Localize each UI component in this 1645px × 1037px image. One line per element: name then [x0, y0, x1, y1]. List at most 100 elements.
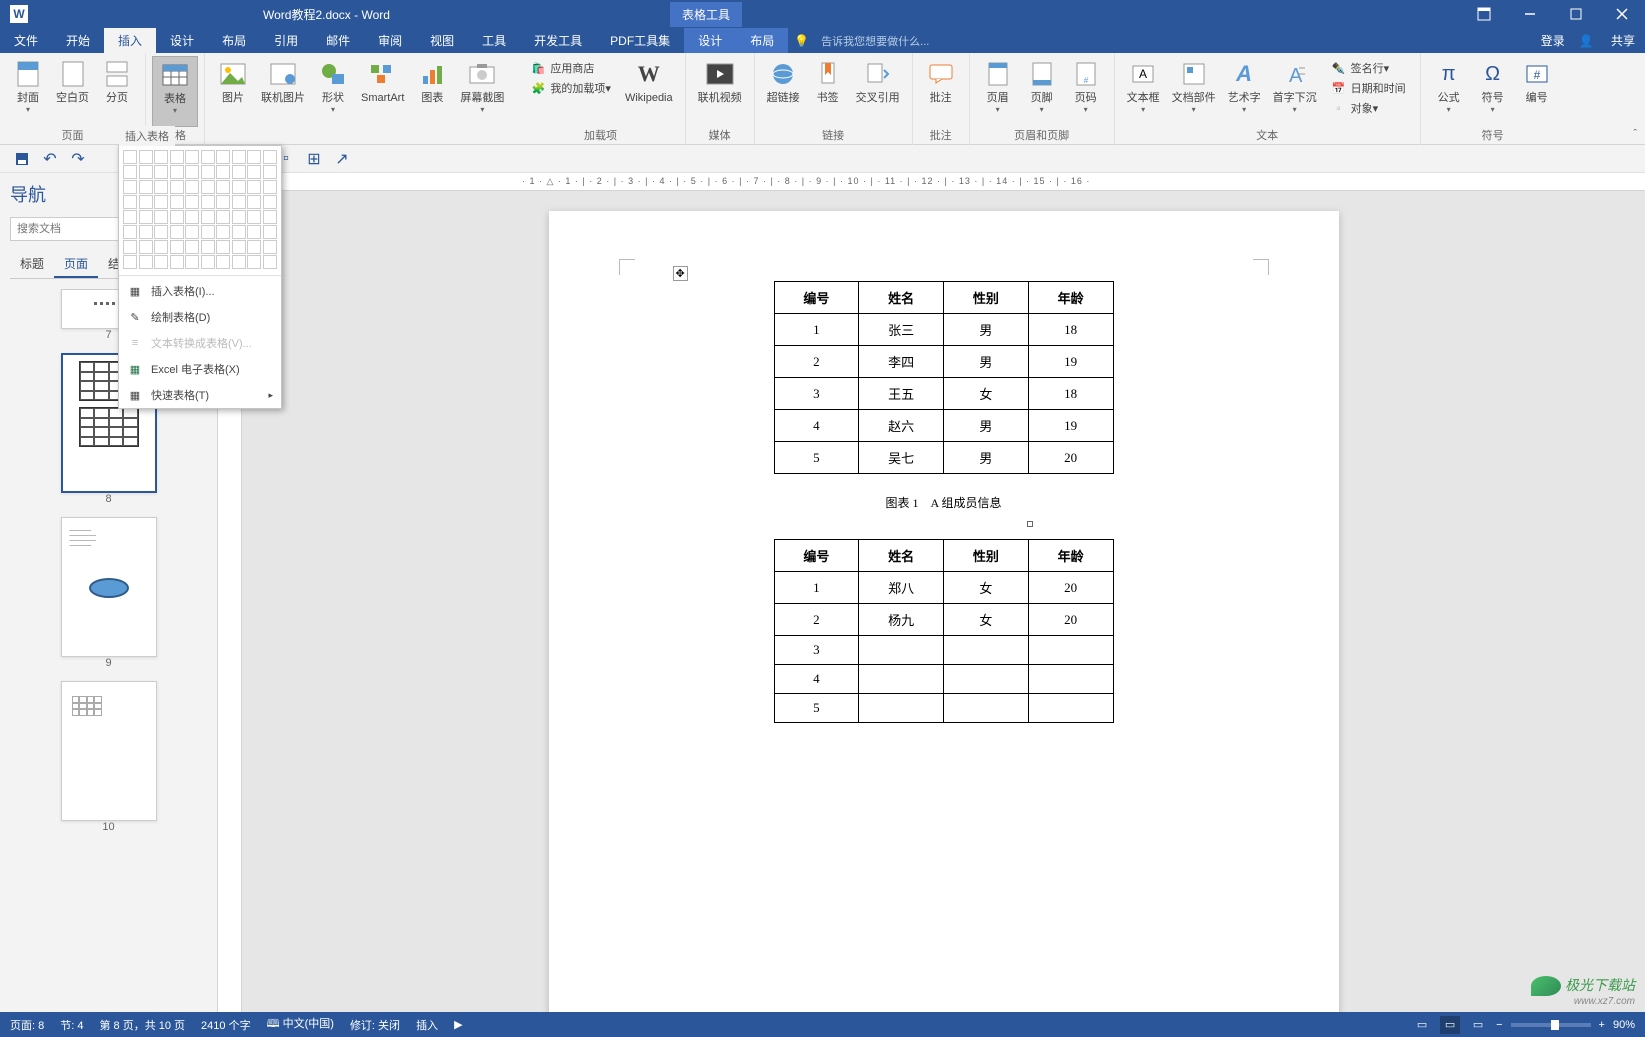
wordart-button[interactable]: A艺术字▾ — [1222, 56, 1267, 127]
table-header[interactable]: 年龄 — [1028, 282, 1113, 314]
grid-cell[interactable] — [185, 150, 199, 164]
grid-cell[interactable] — [185, 195, 199, 209]
undo-button[interactable]: ↶ — [38, 147, 62, 171]
login-button[interactable]: 登录 — [1541, 32, 1565, 49]
qat-extra2[interactable]: ⊞ — [302, 147, 326, 171]
table-cell[interactable]: 吴七 — [859, 442, 944, 474]
grid-cell[interactable] — [185, 180, 199, 194]
grid-cell[interactable] — [154, 225, 168, 239]
comment-button[interactable]: 批注 — [919, 56, 963, 127]
status-track[interactable]: 修订: 关闭 — [350, 1017, 400, 1033]
minimize-button[interactable] — [1507, 0, 1553, 28]
status-section[interactable]: 节: 4 — [60, 1017, 83, 1033]
grid-cell[interactable] — [170, 150, 184, 164]
tab-review[interactable]: 审阅 — [364, 28, 416, 53]
table-header[interactable]: 年龄 — [1028, 540, 1113, 572]
table-header[interactable]: 性别 — [944, 282, 1029, 314]
status-words[interactable]: 2410 个字 — [201, 1017, 251, 1033]
page-number-button[interactable]: #页码▾ — [1064, 56, 1108, 127]
grid-cell[interactable] — [263, 180, 277, 194]
grid-cell[interactable] — [263, 195, 277, 209]
grid-cell[interactable] — [232, 225, 246, 239]
page-thumb-10[interactable] — [61, 681, 157, 821]
cover-page-button[interactable]: 封面▾ — [6, 56, 50, 127]
tab-file[interactable]: 文件 — [0, 28, 52, 53]
textbox-button[interactable]: A文本框▾ — [1121, 56, 1166, 127]
hyperlink-button[interactable]: 超链接 — [761, 56, 806, 127]
grid-cell[interactable] — [185, 210, 199, 224]
status-mode[interactable]: 插入 — [416, 1017, 438, 1033]
grid-cell[interactable] — [216, 195, 230, 209]
table-cell[interactable]: 杨九 — [859, 604, 944, 636]
grid-cell[interactable] — [185, 225, 199, 239]
table-2[interactable]: 编号姓名性别年龄1郑八女202杨九女20345 — [774, 539, 1114, 723]
quick-tables-item[interactable]: ▦快速表格(T)▸ — [119, 382, 281, 408]
grid-cell[interactable] — [232, 210, 246, 224]
table-cell[interactable] — [859, 636, 944, 665]
excel-spreadsheet-item[interactable]: ▦Excel 电子表格(X) — [119, 356, 281, 382]
symbol-button[interactable]: Ω符号▾ — [1471, 56, 1515, 127]
page-break-button[interactable]: 分页 — [95, 56, 139, 127]
table-cell[interactable]: 王五 — [859, 378, 944, 410]
share-button[interactable]: 👤 共享 — [1579, 32, 1635, 49]
footer-button[interactable]: 页脚▾ — [1020, 56, 1064, 127]
online-video-button[interactable]: 联机视频 — [692, 56, 748, 127]
table-resize-handle[interactable] — [1027, 521, 1033, 527]
grid-cell[interactable] — [247, 180, 261, 194]
grid-cell[interactable] — [139, 225, 153, 239]
table-cell[interactable] — [1028, 636, 1113, 665]
header-button[interactable]: 页眉▾ — [976, 56, 1020, 127]
grid-cell[interactable] — [201, 150, 215, 164]
tab-table-layout[interactable]: 布局 — [736, 28, 788, 53]
table-header[interactable]: 编号 — [774, 282, 859, 314]
grid-cell[interactable] — [139, 180, 153, 194]
grid-cell[interactable] — [123, 180, 137, 194]
grid-cell[interactable] — [232, 180, 246, 194]
grid-cell[interactable] — [216, 180, 230, 194]
shapes-button[interactable]: 形状▾ — [311, 56, 355, 127]
table-cell[interactable]: 20 — [1028, 604, 1113, 636]
maximize-button[interactable] — [1553, 0, 1599, 28]
page-thumb-9[interactable]: ━━━━━━━━━━━━━━━━━━━━━━━━━━━━━━━━━━━━━━━━ — [61, 517, 157, 657]
table-cell[interactable]: 女 — [944, 378, 1029, 410]
tab-mailings[interactable]: 邮件 — [312, 28, 364, 53]
table-cell[interactable] — [944, 636, 1029, 665]
web-layout-button[interactable]: ▭ — [1468, 1016, 1488, 1034]
grid-cell[interactable] — [247, 195, 261, 209]
grid-cell[interactable] — [201, 165, 215, 179]
grid-cell[interactable] — [185, 165, 199, 179]
table-grid-picker[interactable] — [119, 146, 281, 273]
grid-cell[interactable] — [154, 195, 168, 209]
tab-insert[interactable]: 插入 — [104, 28, 156, 53]
grid-cell[interactable] — [201, 240, 215, 254]
table-cell[interactable]: 1 — [774, 572, 859, 604]
grid-cell[interactable] — [154, 255, 168, 269]
table-cell[interactable] — [1028, 665, 1113, 694]
table-cell[interactable]: 2 — [774, 604, 859, 636]
insert-table-item[interactable]: ▦插入表格(I)... — [119, 278, 281, 304]
tab-pdf[interactable]: PDF工具集 — [596, 28, 684, 53]
zoom-level[interactable]: 90% — [1613, 1019, 1635, 1031]
grid-cell[interactable] — [170, 165, 184, 179]
online-pictures-button[interactable]: 联机图片 — [255, 56, 311, 127]
table-header[interactable]: 编号 — [774, 540, 859, 572]
table-cell[interactable]: 男 — [944, 410, 1029, 442]
tab-view[interactable]: 视图 — [416, 28, 468, 53]
grid-cell[interactable] — [232, 255, 246, 269]
grid-cell[interactable] — [123, 165, 137, 179]
grid-cell[interactable] — [201, 225, 215, 239]
table-header[interactable]: 姓名 — [859, 282, 944, 314]
grid-cell[interactable] — [185, 240, 199, 254]
chart-button[interactable]: 图表 — [410, 56, 454, 127]
grid-cell[interactable] — [232, 240, 246, 254]
grid-cell[interactable] — [201, 180, 215, 194]
grid-cell[interactable] — [170, 195, 184, 209]
table-move-handle[interactable]: ✥ — [673, 266, 688, 281]
grid-cell[interactable] — [247, 240, 261, 254]
object-button[interactable]: ▫️对象 ▾ — [1327, 98, 1410, 118]
grid-cell[interactable] — [170, 255, 184, 269]
tab-layout[interactable]: 布局 — [208, 28, 260, 53]
grid-cell[interactable] — [263, 210, 277, 224]
table-cell[interactable]: 3 — [774, 378, 859, 410]
grid-cell[interactable] — [123, 255, 137, 269]
